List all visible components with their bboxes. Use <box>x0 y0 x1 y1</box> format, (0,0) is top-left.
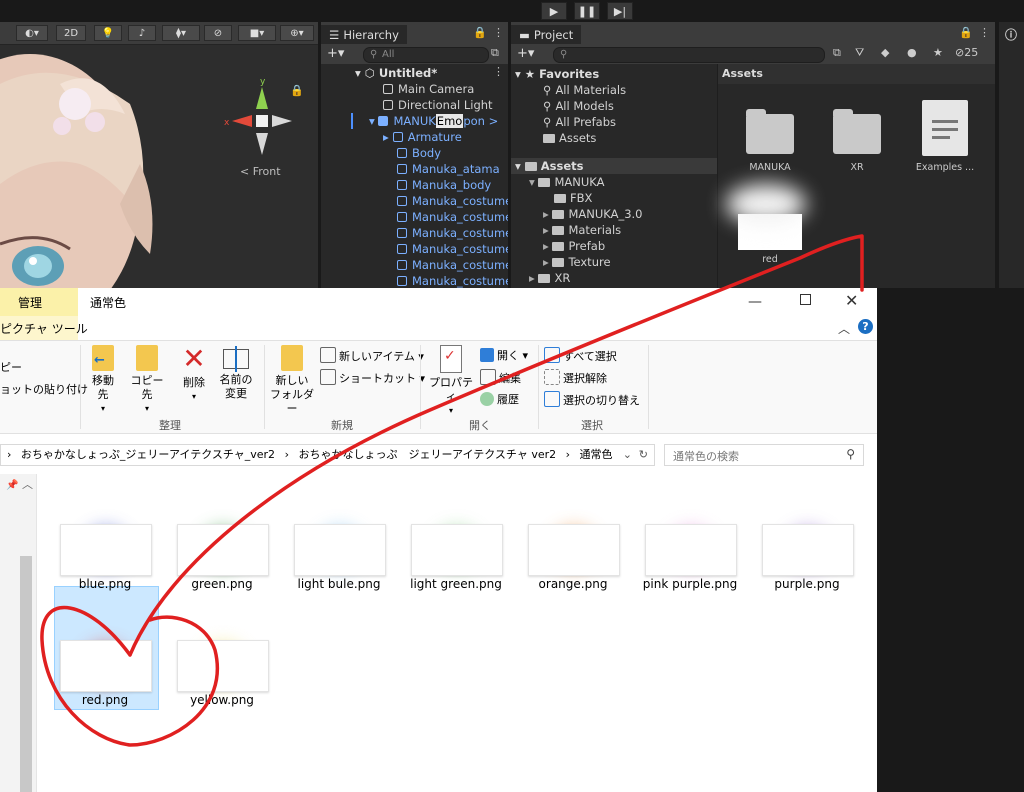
drag-annotation-arrow <box>40 234 864 747</box>
annotation-stroke <box>40 234 864 747</box>
